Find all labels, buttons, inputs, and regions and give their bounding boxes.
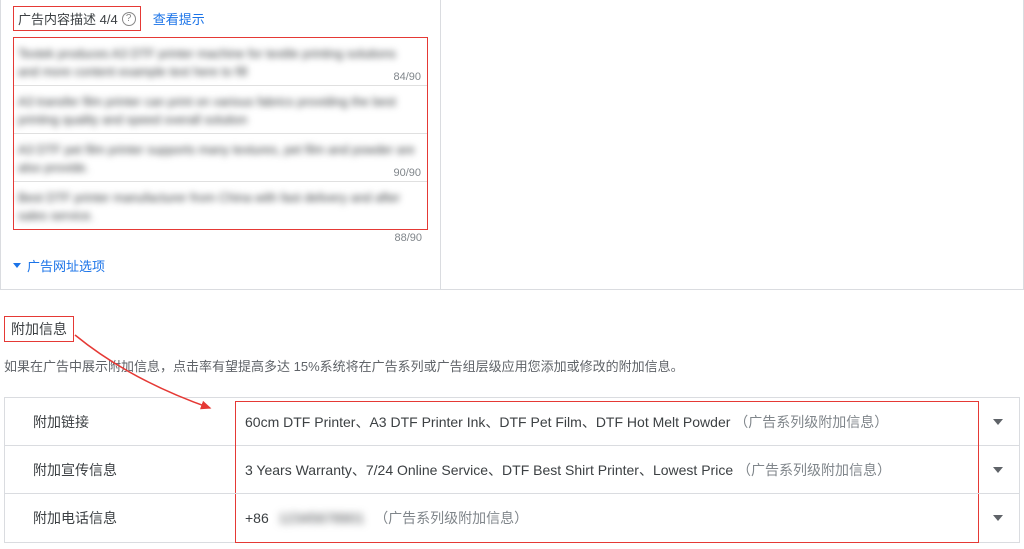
description-row[interactable]: Best DTF printer manufacturer from China… [14, 182, 427, 229]
preview-panel [441, 0, 1023, 289]
extension-label: 附加链接 [15, 412, 245, 432]
descriptions-header: 广告内容描述 4/4 ? 查看提示 [13, 6, 428, 31]
description-text: Textek produces A3 DTF printer machine f… [18, 46, 417, 81]
extension-level-suffix: （广告系列级附加信息） [737, 462, 891, 478]
extensions-section: 附加信息 如果在广告中展示附加信息，点击率有望提高多达 15%系统将在广告系列或… [0, 302, 1024, 549]
chevron-down-icon [993, 467, 1003, 473]
description-row[interactable]: Textek produces A3 DTF printer machine f… [14, 38, 427, 86]
descriptions-left-column: 广告内容描述 4/4 ? 查看提示 Textek produces A3 DTF… [1, 0, 441, 289]
descriptions-title-text: 广告内容描述 4/4 [18, 9, 118, 28]
description-text: A3 transfer film printer can print on va… [18, 94, 417, 129]
extension-row-phone[interactable]: 附加电话信息 +86 12345678901 （广告系列级附加信息） [5, 494, 1019, 542]
char-count: 84/90 [393, 71, 421, 83]
chevron-down-icon [13, 263, 21, 268]
help-icon[interactable]: ? [122, 12, 136, 26]
extension-level-suffix: （广告系列级附加信息） [734, 414, 888, 430]
descriptions-list: Textek produces A3 DTF printer machine f… [13, 37, 428, 230]
extension-row-callouts[interactable]: 附加宣传信息 3 Years Warranty、7/24 Online Serv… [5, 446, 1019, 494]
ad-url-options-label: 广告网址选项 [27, 256, 105, 275]
extension-value-text: 3 Years Warranty、7/24 Online Service、DTF… [245, 462, 733, 478]
extension-value: 60cm DTF Printer、A3 DTF Printer Ink、DTF … [245, 412, 993, 432]
extension-value-text: 60cm DTF Printer、A3 DTF Printer Ink、DTF … [245, 414, 730, 430]
description-text: A3 DTF pet film printer supports many te… [18, 142, 417, 177]
extension-label: 附加宣传信息 [15, 460, 245, 480]
view-hint-link[interactable]: 查看提示 [153, 9, 205, 28]
chevron-down-icon [993, 419, 1003, 425]
extensions-table: 附加链接 60cm DTF Printer、A3 DTF Printer Ink… [4, 397, 1020, 543]
extension-label: 附加电话信息 [15, 508, 245, 528]
ad-url-options-toggle[interactable]: 广告网址选项 [13, 256, 105, 275]
descriptions-title: 广告内容描述 4/4 ? [13, 6, 141, 31]
description-text: Best DTF printer manufacturer from China… [18, 190, 417, 225]
char-count: 90/90 [393, 167, 421, 179]
extensions-title: 附加信息 [4, 316, 74, 342]
chevron-down-icon [993, 515, 1003, 521]
ad-descriptions-panel: 广告内容描述 4/4 ? 查看提示 Textek produces A3 DTF… [0, 0, 1024, 290]
extension-value: +86 12345678901 （广告系列级附加信息） [245, 508, 993, 528]
description-row[interactable]: A3 DTF pet film printer supports many te… [14, 134, 427, 182]
outer-char-count: 88/90 [13, 230, 428, 244]
extension-row-sitelinks[interactable]: 附加链接 60cm DTF Printer、A3 DTF Printer Ink… [5, 398, 1019, 446]
extension-value: 3 Years Warranty、7/24 Online Service、DTF… [245, 460, 993, 480]
extensions-subtext: 如果在广告中展示附加信息，点击率有望提高多达 15%系统将在广告系列或广告组层级… [4, 356, 1020, 375]
description-row[interactable]: A3 transfer film printer can print on va… [14, 86, 427, 134]
